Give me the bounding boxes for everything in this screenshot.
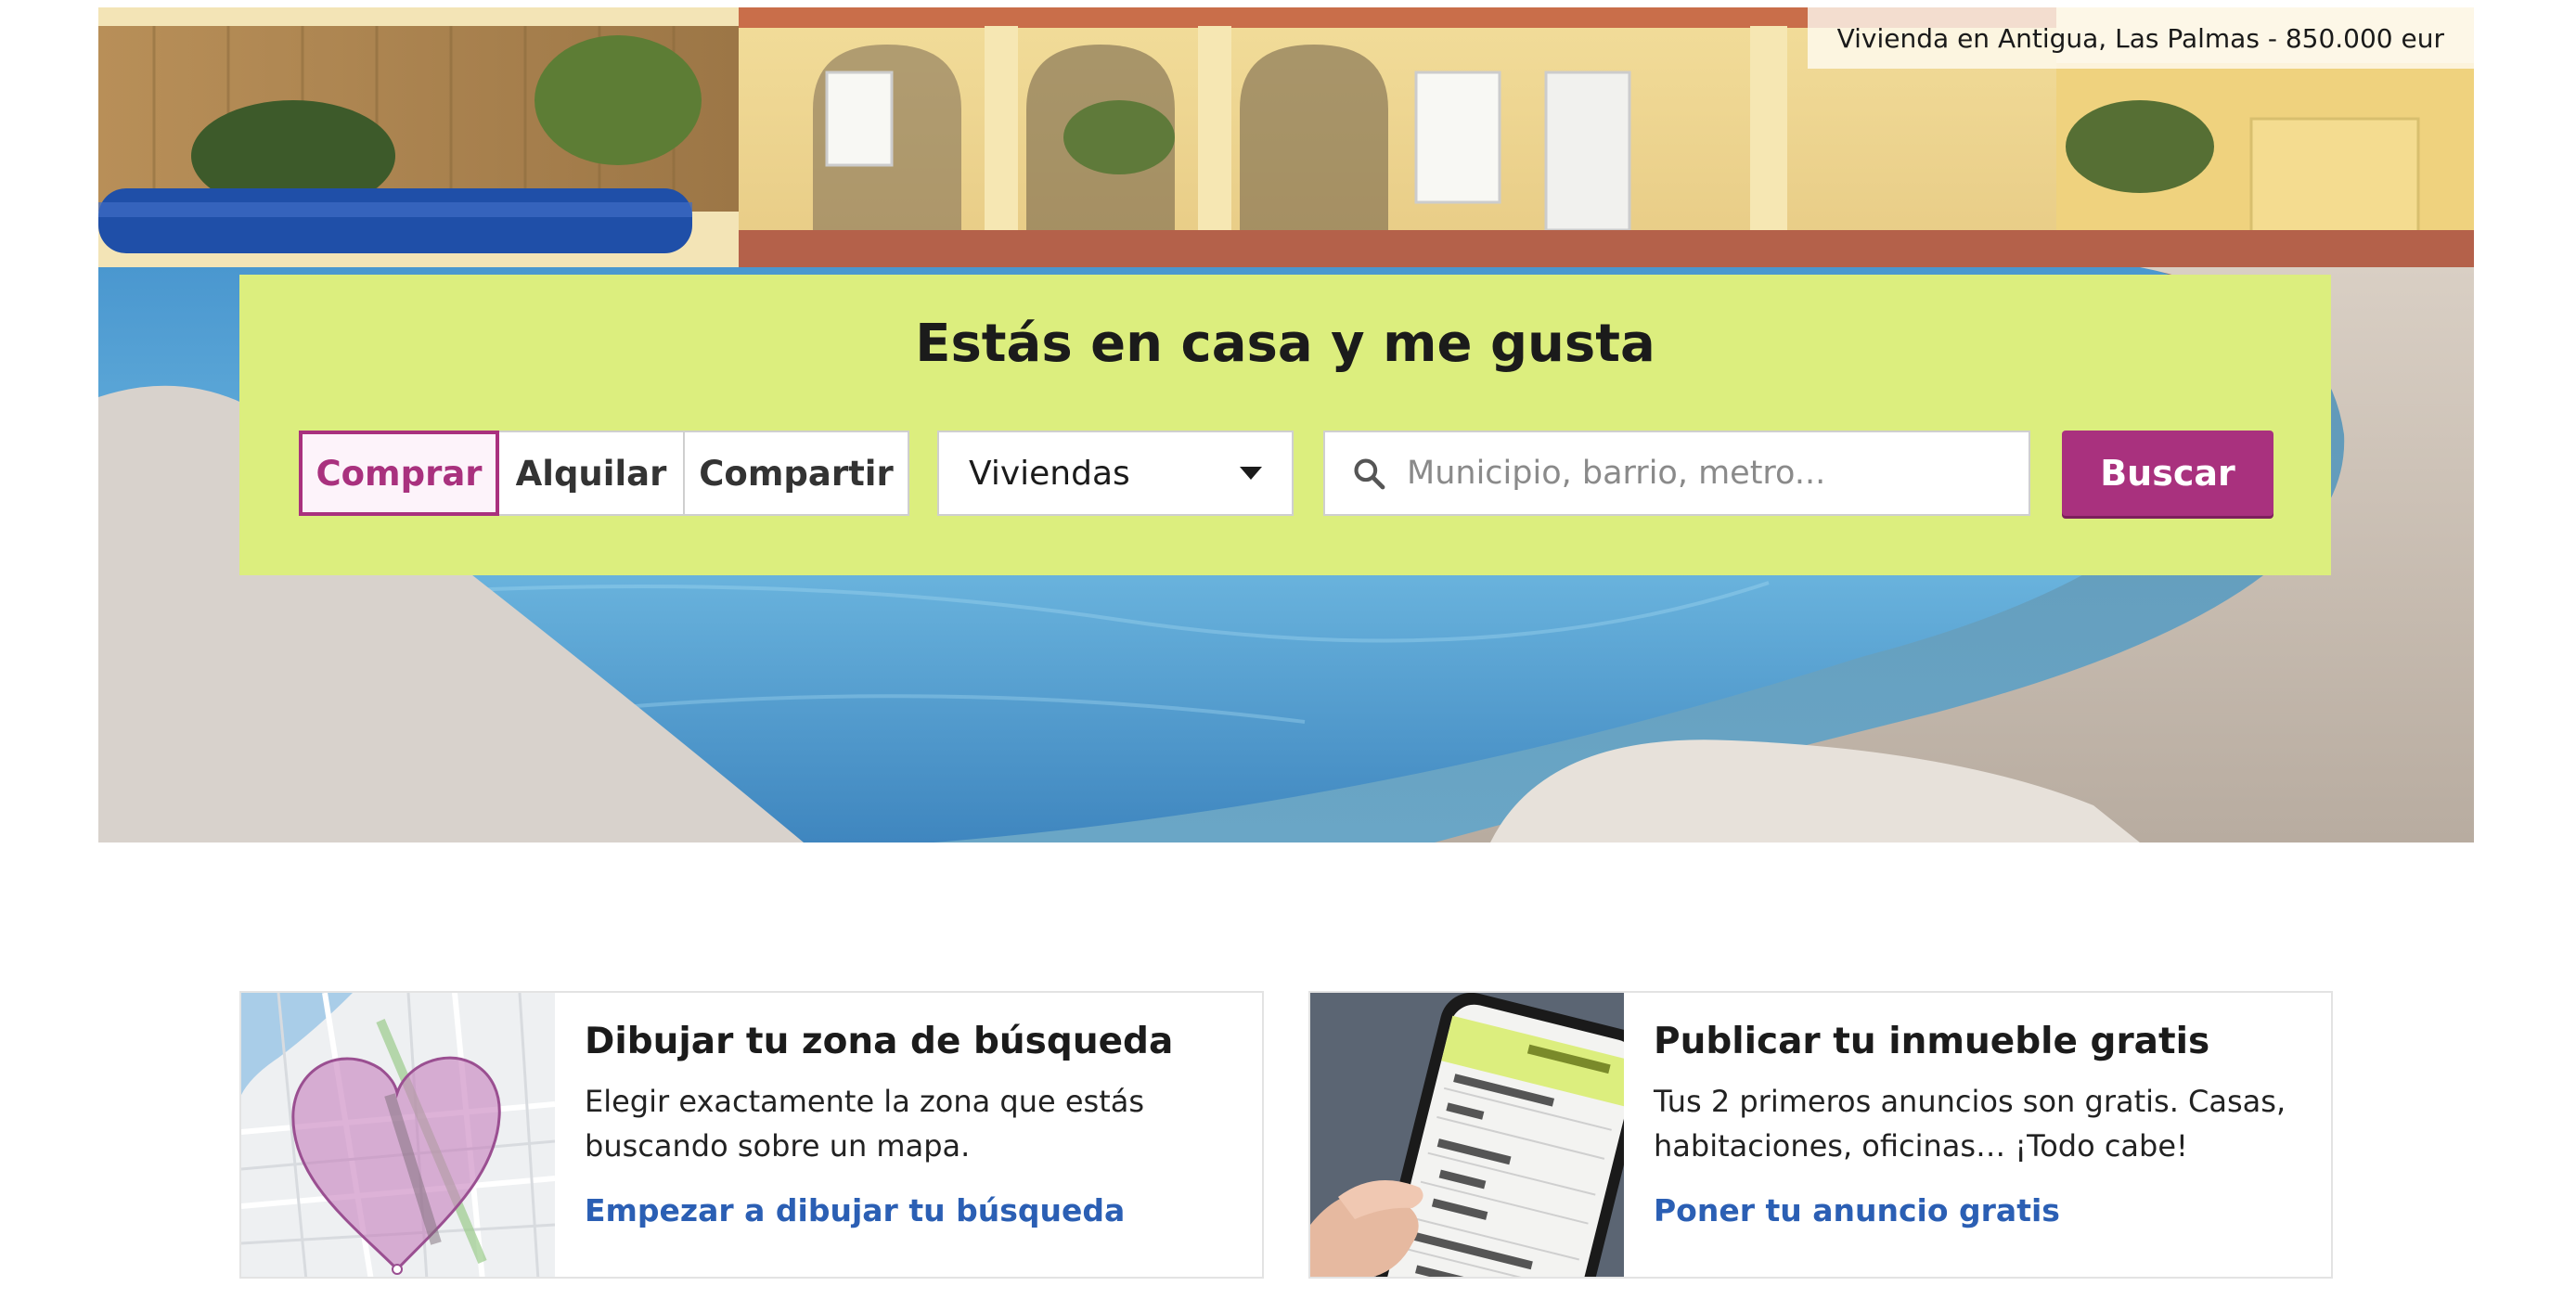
property-type-select[interactable]: Viviendas — [937, 431, 1294, 516]
publish-listing-link[interactable]: Poner tu anuncio gratis — [1654, 1192, 2060, 1228]
publish-listing-card-body: Publicar tu inmueble gratis Tus 2 primer… — [1624, 993, 2331, 1277]
tab-compartir[interactable]: Compartir — [685, 431, 909, 516]
phone-app-image — [1310, 993, 1624, 1277]
publish-listing-text: Tus 2 primeros anuncios son gratis. Casa… — [1654, 1084, 2286, 1164]
search-headline: Estás en casa y me gusta — [915, 314, 1655, 374]
draw-zone-link[interactable]: Empezar a dibujar tu búsqueda — [585, 1192, 1125, 1228]
tab-comprar-label: Comprar — [316, 453, 483, 494]
search-icon — [1354, 458, 1385, 490]
tab-comprar[interactable]: Comprar — [299, 431, 499, 516]
map-heart-illustration — [241, 993, 555, 1277]
location-search-input[interactable] — [1405, 454, 2003, 493]
phone-app-illustration — [1310, 993, 1624, 1277]
hero-caption[interactable]: Vivienda en Antigua, Las Palmas - 850.00… — [1807, 7, 2474, 69]
chevron-down-icon — [1240, 467, 1262, 480]
property-type-value: Viviendas — [969, 454, 1130, 493]
draw-zone-title: Dibujar tu zona de búsqueda — [585, 1021, 1174, 1062]
draw-zone-text: Elegir exactamente la zona que estás bus… — [585, 1084, 1145, 1164]
tab-alquilar-label: Alquilar — [515, 453, 667, 494]
tab-compartir-label: Compartir — [699, 453, 894, 494]
draw-zone-card: Dibujar tu zona de búsqueda Elegir exact… — [239, 991, 1264, 1279]
search-button[interactable]: Buscar — [2062, 431, 2273, 516]
publish-listing-card: Publicar tu inmueble gratis Tus 2 primer… — [1308, 991, 2333, 1279]
operation-tabs: Comprar Alquilar Compartir — [299, 431, 909, 516]
map-heart-image — [241, 993, 555, 1277]
draw-zone-card-body: Dibujar tu zona de búsqueda Elegir exact… — [555, 993, 1262, 1277]
publish-listing-title: Publicar tu inmueble gratis — [1654, 1021, 2210, 1062]
search-panel: Estás en casa y me gusta Comprar Alquila… — [239, 275, 2331, 575]
tab-alquilar[interactable]: Alquilar — [499, 431, 685, 516]
location-search-field[interactable] — [1323, 431, 2030, 516]
